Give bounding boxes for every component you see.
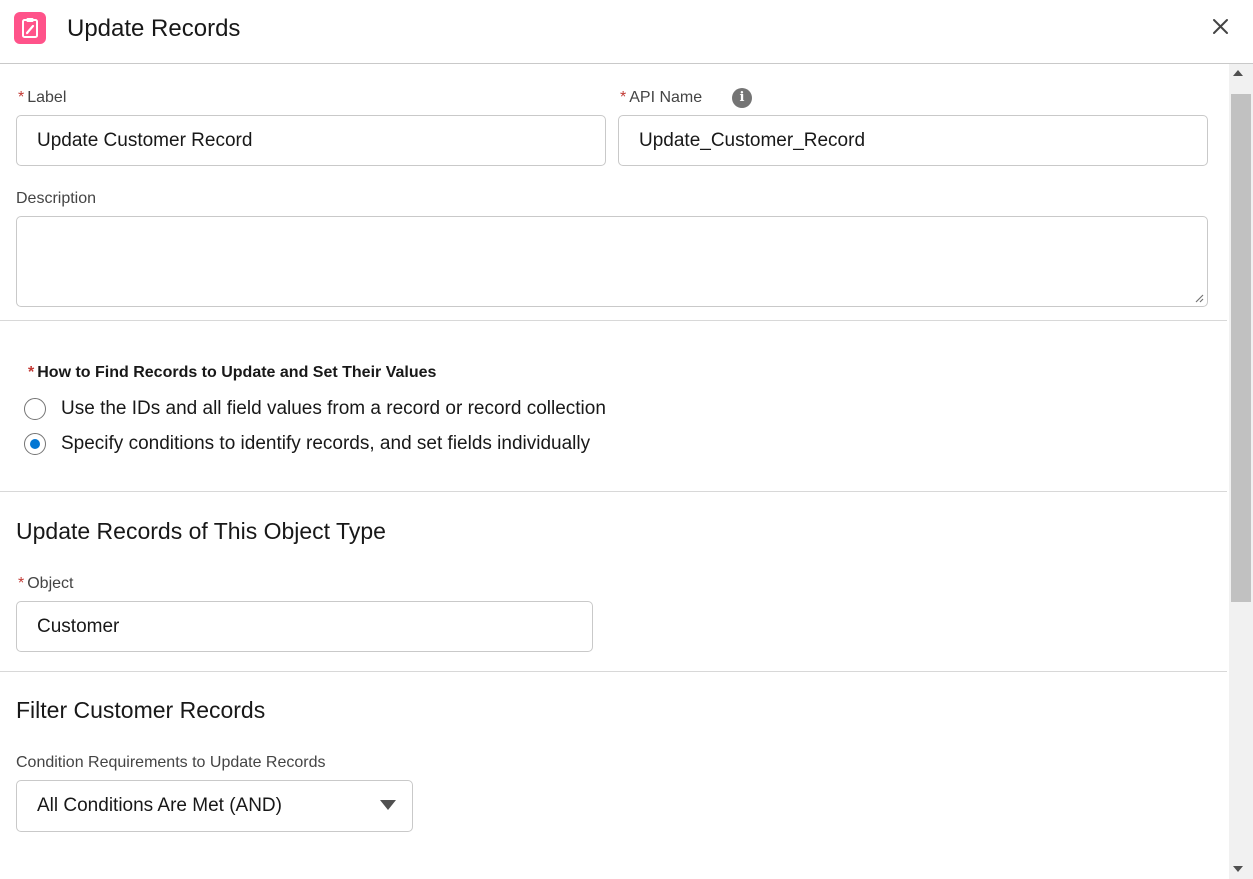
radio-option-use-ids[interactable]: Use the IDs and all field values from a …: [24, 398, 606, 420]
label-input[interactable]: Update Customer Record: [16, 115, 606, 166]
radio-option-label: Specify conditions to identify records, …: [61, 433, 591, 454]
label-field-label: * Label: [18, 89, 67, 106]
api-name-field-label: * API Name: [620, 89, 703, 106]
scrollbar-thumb[interactable]: [1231, 94, 1251, 602]
scroll-down-arrow-icon[interactable]: [1233, 866, 1243, 872]
filter-section-title: Filter Customer Records: [16, 697, 266, 723]
find-records-heading: * How to Find Records to Update and Set T…: [28, 364, 437, 381]
condition-requirements-label: Condition Requirements to Update Records: [16, 754, 326, 771]
radio-option-specify-conditions[interactable]: Specify conditions to identify records, …: [24, 433, 590, 455]
required-mark: *: [620, 89, 627, 106]
radio-option-label: Use the IDs and all field values from a …: [61, 398, 606, 419]
object-field-label: * Object: [18, 575, 74, 592]
scroll-up-arrow-icon[interactable]: [1233, 70, 1243, 76]
required-mark: *: [18, 575, 25, 592]
divider: [0, 491, 1227, 492]
required-mark: *: [18, 89, 25, 106]
modal-header: Update Records: [0, 0, 1253, 64]
description-textarea[interactable]: [16, 216, 1208, 307]
chevron-down-icon[interactable]: [380, 800, 396, 810]
description-label: Description: [16, 190, 97, 207]
object-input[interactable]: Customer: [16, 601, 593, 652]
divider: [0, 671, 1227, 672]
radio-button-selected[interactable]: [24, 433, 46, 455]
modal-title: Update Records: [67, 15, 241, 42]
condition-requirements-select[interactable]: All Conditions Are Met (AND): [16, 780, 413, 832]
radio-button[interactable]: [24, 398, 46, 420]
object-section-title: Update Records of This Object Type: [16, 518, 386, 544]
api-name-input[interactable]: Update_Customer_Record: [618, 115, 1208, 166]
resize-grip-icon[interactable]: [1194, 293, 1204, 303]
close-icon[interactable]: [1208, 14, 1234, 40]
info-icon[interactable]: i: [732, 88, 752, 108]
required-mark: *: [28, 364, 35, 381]
divider: [0, 320, 1227, 321]
clipboard-edit-icon: [14, 12, 46, 44]
